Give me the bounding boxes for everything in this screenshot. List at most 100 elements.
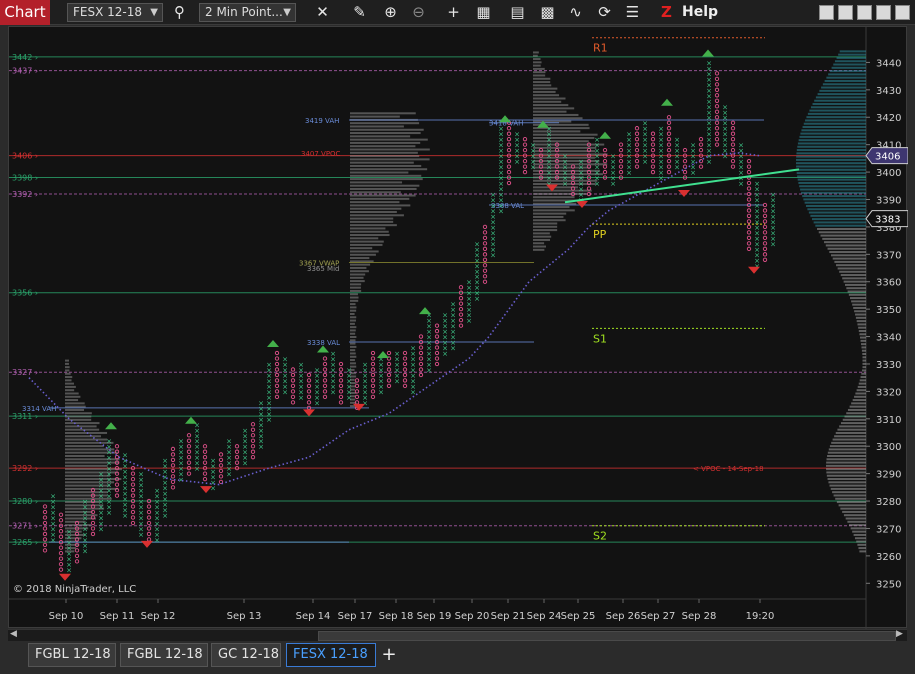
z-order-icon[interactable]: Z	[656, 2, 677, 23]
o-mark	[482, 252, 488, 257]
o-mark	[762, 208, 768, 213]
o-mark	[714, 87, 720, 92]
data-box-icon[interactable]: ▦	[473, 2, 494, 23]
search-icon[interactable]: ⚲	[169, 2, 190, 23]
chart-style-icon[interactable]: ▩	[537, 2, 558, 23]
profile-bar	[350, 319, 356, 322]
o-mark	[730, 126, 736, 131]
o-mark	[186, 460, 192, 465]
o-mark	[338, 394, 344, 400]
profile-bar	[65, 399, 79, 402]
x-mark: ×	[490, 191, 496, 199]
o-mark	[434, 350, 440, 356]
session-profile-bar	[829, 70, 866, 73]
tab-fesx[interactable]: FESX 12-18	[286, 643, 376, 667]
maximize-icon[interactable]	[857, 5, 872, 20]
o-mark	[386, 350, 392, 356]
session-profile-bar	[807, 112, 866, 115]
scroll-left-icon[interactable]: ◀	[10, 629, 17, 639]
profile-bar	[533, 100, 562, 103]
o-mark	[746, 164, 752, 169]
zoom-out-icon[interactable]: ⊖	[408, 2, 429, 23]
session-profile-bar	[835, 431, 866, 434]
restore-icon[interactable]	[838, 5, 853, 20]
instrument-selector[interactable]: FESX 12-18 ▼	[67, 3, 163, 22]
o-mark	[202, 455, 208, 460]
help-menu[interactable]: Help	[682, 0, 718, 25]
o-mark	[130, 476, 136, 482]
tab-fgbl-1[interactable]: FGBL 12-18	[28, 643, 116, 667]
x-mark: ×	[242, 427, 248, 435]
profile-bar	[65, 412, 92, 415]
profile-bar	[350, 148, 430, 151]
add-tab-button[interactable]: +	[378, 644, 400, 666]
profile-bar	[65, 425, 97, 428]
o-mark	[746, 208, 752, 213]
session-profile-bar	[829, 484, 866, 487]
profile-bar	[533, 51, 539, 54]
session-profile-bar	[840, 507, 866, 510]
session-profile-bar	[855, 313, 866, 316]
profile-bar	[533, 245, 547, 248]
level-label: 3327 ›	[12, 368, 38, 377]
session-profile-bar	[854, 310, 866, 313]
bar-type-icon[interactable]: ▤	[507, 2, 528, 23]
o-mark	[386, 367, 392, 372]
o-mark	[666, 147, 672, 153]
zoom-in-icon[interactable]: ⊕	[380, 2, 401, 23]
properties-icon[interactable]: ☰	[622, 2, 643, 23]
x-mark: ×	[50, 493, 56, 501]
minimize-icon[interactable]	[819, 5, 834, 20]
cross-icon[interactable]: +	[443, 2, 464, 23]
profile-bar	[533, 212, 567, 215]
close-icon[interactable]	[895, 5, 910, 20]
indicators-icon[interactable]: ∿	[565, 2, 586, 23]
scroll-right-icon[interactable]: ▶	[896, 629, 903, 639]
profile-bar	[65, 366, 70, 369]
o-mark	[58, 529, 64, 534]
level-label: 3265 ›	[12, 538, 38, 547]
profile-bar	[350, 240, 384, 243]
o-mark	[650, 142, 656, 147]
o-mark	[730, 137, 736, 142]
x-mark: ×	[330, 350, 336, 358]
y-tick-label: 3440	[876, 58, 901, 69]
reload-icon[interactable]: ⟳	[594, 2, 615, 23]
profile-bar	[533, 104, 569, 107]
window-restore-icon[interactable]	[876, 5, 891, 20]
o-mark	[218, 474, 224, 479]
session-profile-bar	[862, 356, 866, 359]
y-tick-label: 3270	[876, 524, 901, 535]
o-mark	[170, 479, 176, 485]
tab-gc[interactable]: GC 12-18	[211, 643, 281, 667]
o-mark	[146, 526, 152, 531]
o-mark	[666, 169, 672, 175]
horizontal-scrollbar[interactable]: ◀ ▶	[8, 629, 907, 641]
o-mark	[58, 567, 64, 572]
profile-bar	[65, 422, 100, 425]
scroll-thumb[interactable]	[318, 631, 896, 641]
session-profile-bar	[798, 181, 866, 184]
o-mark	[402, 350, 408, 356]
o-mark	[218, 468, 224, 474]
pencil-icon[interactable]: ✎	[349, 2, 370, 23]
o-mark	[58, 556, 64, 561]
x-mark: ×	[514, 131, 520, 139]
o-mark	[746, 230, 752, 235]
x-mark: ×	[754, 180, 760, 188]
up-arrow-icon	[105, 422, 117, 430]
o-mark	[434, 361, 440, 367]
o-mark	[418, 372, 424, 378]
crosshair-icon[interactable]: ✕	[312, 2, 333, 23]
session-profile-bar	[843, 514, 866, 517]
tab-fgbl-2[interactable]: FGBL 12-18	[120, 643, 208, 667]
o-mark	[714, 120, 720, 125]
o-mark	[666, 158, 672, 164]
x-tick-label: 19:20	[746, 611, 775, 622]
bar-type-selector[interactable]: 2 Min Point... ▼	[199, 3, 296, 22]
o-mark	[74, 553, 80, 559]
chart-panel[interactable]: 3440 3430 3420 3410 3400 3390 3380 3370 3360 3350…	[8, 26, 908, 629]
chart-canvas[interactable]: 3440343034203410340033903380337033603350…	[9, 27, 908, 629]
o-mark	[42, 526, 48, 531]
x-tick-label: Sep 26	[606, 611, 641, 622]
